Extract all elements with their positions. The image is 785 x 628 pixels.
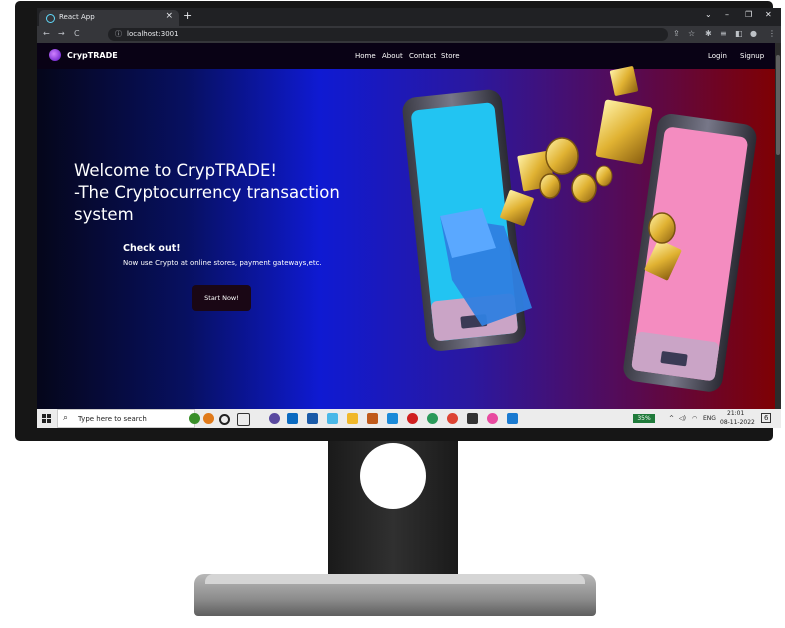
back-icon[interactable]: ← bbox=[43, 29, 50, 38]
qr-tile bbox=[609, 66, 639, 96]
vscode-icon[interactable] bbox=[507, 413, 518, 424]
share-icon[interactable]: ⇪ bbox=[673, 29, 680, 38]
url-text[interactable]: localhost:3001 bbox=[127, 30, 179, 38]
maximize-button[interactable]: ❐ bbox=[745, 10, 752, 19]
cortana-icon[interactable] bbox=[219, 414, 230, 425]
new-tab-button[interactable]: + bbox=[183, 9, 192, 22]
opera-icon[interactable] bbox=[407, 413, 418, 424]
coin bbox=[545, 137, 579, 175]
hero-title-line: system bbox=[74, 205, 134, 224]
forward-icon[interactable]: → bbox=[58, 29, 65, 38]
qr-tile bbox=[595, 99, 653, 165]
search-highlight-icon[interactable] bbox=[203, 413, 214, 424]
clock-time[interactable]: 21:01 bbox=[727, 410, 744, 417]
scrollbar-thumb[interactable] bbox=[776, 55, 780, 155]
store-icon[interactable] bbox=[307, 413, 318, 424]
volume-icon[interactable]: ◁) bbox=[679, 415, 686, 422]
hero-title: Welcome to CrypTRADE! -The Cryptocurrenc… bbox=[74, 160, 364, 226]
react-favicon-icon bbox=[46, 14, 55, 23]
clock-date[interactable]: 08-11-2022 bbox=[720, 419, 755, 426]
task-view-icon[interactable] bbox=[237, 413, 250, 426]
menu-kebab-icon[interactable]: ⋮ bbox=[768, 29, 776, 38]
site-info-icon[interactable]: ⓘ bbox=[115, 29, 122, 39]
app-icon[interactable] bbox=[327, 413, 338, 424]
tab-close-icon[interactable]: × bbox=[165, 11, 173, 21]
wifi-icon[interactable]: ◠ bbox=[692, 415, 697, 422]
close-window-button[interactable]: ✕ bbox=[765, 10, 772, 19]
file-explorer-icon[interactable] bbox=[347, 413, 358, 424]
mail-icon[interactable] bbox=[287, 413, 298, 424]
check-out-heading: Check out! bbox=[123, 243, 181, 254]
bookmark-star-icon[interactable]: ☆ bbox=[688, 29, 695, 38]
app-icon[interactable] bbox=[367, 413, 378, 424]
minimize-button[interactable]: – bbox=[725, 10, 729, 19]
linkedin-icon[interactable] bbox=[387, 413, 398, 424]
coin bbox=[648, 212, 676, 244]
stand-cable-hole bbox=[360, 443, 426, 509]
battery-indicator[interactable]: 35% bbox=[633, 414, 655, 423]
coin bbox=[539, 173, 561, 199]
terminal-icon[interactable] bbox=[467, 413, 478, 424]
screen: React App × + ⌄ – ❐ ✕ ← → C ⓘ localhost:… bbox=[37, 8, 781, 428]
brand-logo-icon[interactable] bbox=[49, 49, 61, 61]
side-panel-icon[interactable]: ◧ bbox=[735, 29, 743, 38]
page-scrollbar[interactable] bbox=[775, 43, 781, 409]
brand-name[interactable]: CrypTRADE bbox=[67, 51, 118, 60]
browser-toolbar: ← → C ⓘ localhost:3001 ⇪ ☆ ✱ ≡ ◧ ● ⋮ bbox=[37, 26, 781, 43]
hero-title-line: -The Cryptocurrency transaction bbox=[74, 183, 340, 202]
browser-tab-strip: React App × + ⌄ – ❐ ✕ bbox=[37, 8, 781, 26]
show-hidden-icons-icon[interactable]: ^ bbox=[669, 415, 674, 422]
tab-search-chevron-icon[interactable]: ⌄ bbox=[705, 10, 712, 19]
profile-avatar-icon[interactable]: ● bbox=[750, 29, 757, 38]
browser-tab[interactable]: React App × bbox=[39, 10, 179, 26]
monitor-bezel: React App × + ⌄ – ❐ ✕ ← → C ⓘ localhost:… bbox=[15, 1, 781, 441]
nav-home[interactable]: Home bbox=[355, 52, 376, 60]
diwali-lamp-icon[interactable] bbox=[189, 413, 200, 424]
reading-list-icon[interactable]: ≡ bbox=[720, 29, 727, 38]
address-bar[interactable]: ⓘ localhost:3001 bbox=[108, 28, 668, 41]
monitor-stand-base-top bbox=[205, 574, 585, 584]
search-icon: ⌕ bbox=[63, 413, 69, 423]
chrome-icon[interactable] bbox=[447, 413, 458, 424]
language-indicator[interactable]: ENG bbox=[703, 415, 716, 422]
extensions-icon[interactable]: ✱ bbox=[705, 29, 712, 38]
web-page: CrypTRADE Home About Contact Store Login… bbox=[37, 43, 781, 409]
tab-title: React App bbox=[59, 13, 95, 21]
windows-taskbar: ⌕ Type here to search 35% ^ ◁) ◠ ENG 21:… bbox=[37, 409, 781, 428]
coin bbox=[595, 165, 613, 187]
hero-title-line: Welcome to CrypTRADE! bbox=[74, 161, 277, 180]
app-icon[interactable] bbox=[269, 413, 280, 424]
notification-center-icon[interactable]: 6 bbox=[761, 413, 772, 423]
crypto-phones-illustration bbox=[402, 66, 757, 392]
app-icon[interactable] bbox=[427, 413, 438, 424]
reload-icon[interactable]: C bbox=[74, 29, 80, 38]
start-now-button[interactable]: Start Now! bbox=[192, 285, 251, 311]
taskbar-search-box[interactable]: ⌕ Type here to search bbox=[57, 409, 195, 428]
windows-start-icon[interactable] bbox=[42, 414, 51, 423]
hero-subtitle: Now use Crypto at online stores, payment… bbox=[123, 259, 322, 267]
coin bbox=[571, 173, 597, 203]
slack-icon[interactable] bbox=[487, 413, 498, 424]
search-placeholder[interactable]: Type here to search bbox=[78, 415, 147, 423]
